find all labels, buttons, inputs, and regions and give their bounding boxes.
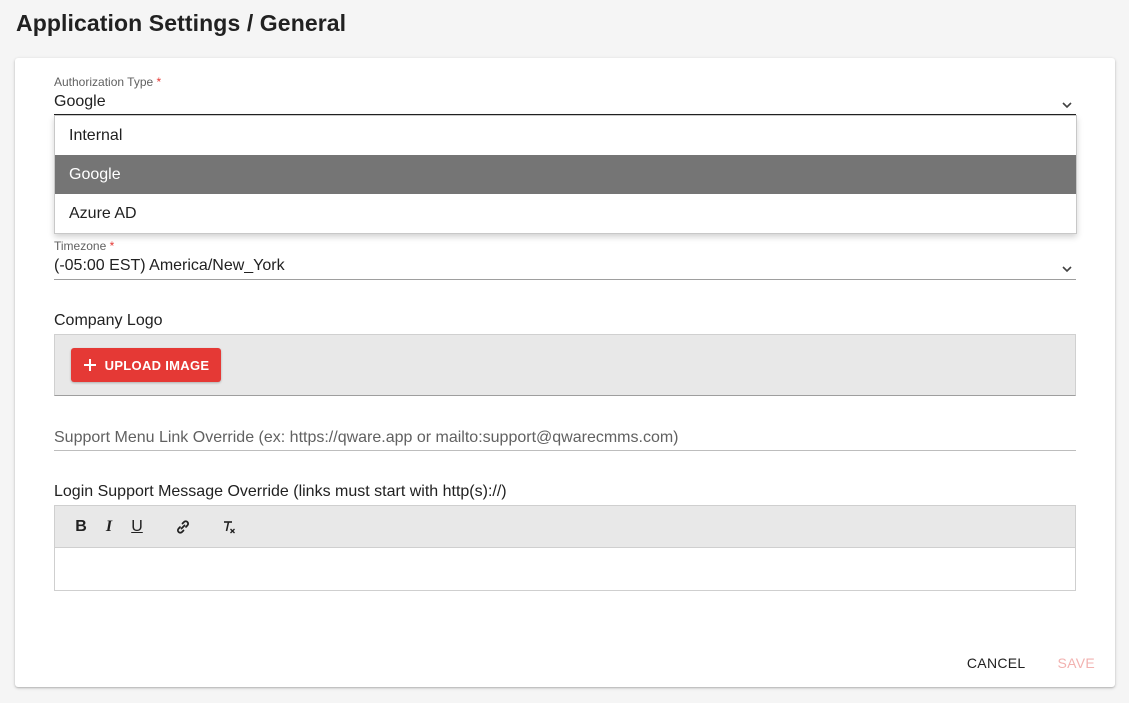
menu-item-azure-ad[interactable]: Azure AD — [55, 194, 1076, 233]
company-logo-label: Company Logo — [54, 312, 163, 329]
plus-icon — [83, 359, 96, 371]
save-button[interactable]: SAVE — [1057, 655, 1095, 671]
link-button[interactable] — [171, 515, 195, 539]
menu-item-internal[interactable]: Internal — [55, 116, 1076, 155]
chevron-down-icon — [1062, 102, 1072, 109]
upload-image-label: UPLOAD IMAGE — [104, 357, 210, 373]
clear-formatting-button[interactable] — [217, 515, 241, 539]
timezone-label: Timezone — [54, 239, 107, 253]
clear-format-icon — [224, 520, 235, 533]
underline-button[interactable]: U — [125, 515, 149, 539]
select-underline — [54, 279, 1076, 280]
timezone-value: (-05:00 EST) America/New_York — [54, 257, 285, 274]
menu-item-google[interactable]: Google — [55, 155, 1076, 194]
authorization-type-label: Authorization Type — [54, 75, 154, 89]
bold-button[interactable]: B — [69, 515, 93, 539]
required-mark: * — [156, 75, 162, 89]
login-message-editor: B I U — [54, 505, 1076, 591]
login-message-label: Login Support Message Override (links mu… — [54, 483, 507, 500]
timezone-select[interactable]: Timezone * (-05:00 EST) America/New_York — [54, 239, 1076, 280]
cancel-button[interactable]: CANCEL — [967, 655, 1026, 671]
authorization-type-select[interactable]: Authorization Type * Google — [54, 75, 1076, 116]
settings-card: Authorization Type * Google Internal Goo… — [15, 58, 1115, 687]
authorization-type-value: Google — [54, 93, 106, 110]
link-icon — [177, 519, 189, 534]
authorization-type-menu: Internal Google Azure AD — [54, 115, 1077, 234]
support-link-input[interactable]: Support Menu Link Override (ex: https://… — [54, 428, 1076, 451]
required-mark: * — [109, 239, 115, 253]
editor-toolbar: B I U — [55, 506, 1075, 548]
italic-button[interactable]: I — [97, 515, 121, 539]
editor-content[interactable] — [55, 548, 1075, 590]
upload-image-button[interactable]: UPLOAD IMAGE — [71, 348, 221, 382]
page-title: Application Settings / General — [16, 10, 347, 36]
logo-upload-area: UPLOAD IMAGE — [54, 334, 1076, 396]
form-actions: CANCEL SAVE — [967, 655, 1095, 671]
chevron-down-icon — [1062, 266, 1072, 273]
